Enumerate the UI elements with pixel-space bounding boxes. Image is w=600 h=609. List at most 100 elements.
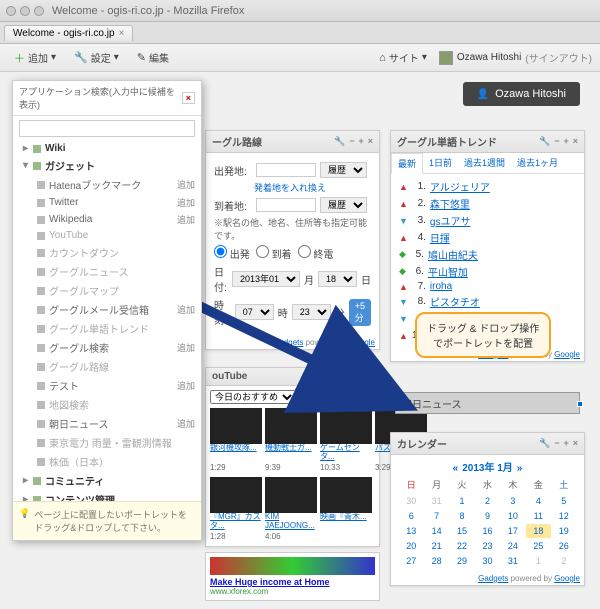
- cal-day[interactable]: 30: [399, 494, 423, 508]
- cal-day[interactable]: 14: [424, 524, 448, 538]
- close-icon[interactable]: ×: [573, 136, 578, 147]
- radio-depart[interactable]: 出発: [214, 245, 250, 261]
- tree-item[interactable]: 東京電力 雨量・雷観測情報: [13, 433, 201, 452]
- trend-tab[interactable]: 最新: [391, 153, 423, 174]
- cal-day[interactable]: 16: [475, 524, 499, 538]
- tree-category[interactable]: ▸コミュニティ: [13, 471, 201, 490]
- cal-day[interactable]: 7: [424, 509, 448, 523]
- min-select[interactable]: 23: [292, 304, 331, 320]
- cal-day[interactable]: 15: [450, 524, 474, 538]
- settings-button[interactable]: 🔧設定 ▾: [68, 48, 125, 67]
- close-icon[interactable]: ×: [119, 28, 125, 39]
- user-badge[interactable]: Ozawa Hitoshi: [463, 82, 580, 106]
- cal-day[interactable]: 11: [526, 509, 550, 523]
- page-link[interactable]: 5: [369, 393, 374, 403]
- window-close-icon[interactable]: [6, 6, 16, 16]
- cal-day[interactable]: 12: [552, 509, 576, 523]
- trend-tab[interactable]: 過去1週間: [458, 153, 511, 173]
- tree-item[interactable]: YouTube: [13, 228, 201, 243]
- to-input[interactable]: [256, 198, 316, 212]
- swap-link[interactable]: 発着地を入れ換え: [254, 181, 326, 194]
- tree-item[interactable]: Hatenaブックマーク追加: [13, 175, 201, 194]
- window-min-icon[interactable]: [20, 6, 30, 16]
- trend-item[interactable]: ◆5.鳩山由紀夫: [399, 246, 576, 263]
- ad-title[interactable]: Make Huge income at Home: [210, 577, 330, 587]
- tree-item[interactable]: グーグルメール受信箱追加: [13, 300, 201, 319]
- signout-link[interactable]: (サインアウト): [525, 50, 592, 65]
- wrench-icon[interactable]: 🔧: [334, 136, 345, 147]
- window-max-icon[interactable]: [34, 6, 44, 16]
- site-button[interactable]: ⌂サイト ▾: [373, 48, 433, 67]
- plus-icon[interactable]: +: [563, 438, 568, 449]
- yt-category-select[interactable]: 今日のおすすめ: [210, 390, 296, 404]
- wrench-icon[interactable]: 🔧: [334, 371, 345, 382]
- cal-day[interactable]: 17: [501, 524, 525, 538]
- page-link[interactable]: 3: [350, 393, 355, 403]
- trend-item[interactable]: ▼8.ピスタチオ: [399, 293, 576, 310]
- cal-day[interactable]: 20: [399, 539, 423, 553]
- cal-day[interactable]: 26: [552, 539, 576, 553]
- close-icon[interactable]: ×: [368, 371, 373, 382]
- close-icon[interactable]: ×: [182, 92, 195, 104]
- from-input[interactable]: [256, 163, 316, 177]
- browser-tab[interactable]: Welcome - ogis-ri.co.jp ×: [4, 25, 133, 41]
- to-history-select[interactable]: 履歴: [320, 197, 367, 213]
- cal-day[interactable]: 9: [475, 509, 499, 523]
- trend-item[interactable]: ▲7.iroha: [399, 280, 576, 293]
- hour-select[interactable]: 07: [235, 304, 274, 320]
- page-link[interactable]: 2: [340, 393, 345, 403]
- cal-day[interactable]: 19: [552, 524, 576, 538]
- tree-item[interactable]: 地図検索: [13, 395, 201, 414]
- year-select[interactable]: 2013年01: [232, 271, 300, 287]
- tree-item[interactable]: グーグルマップ: [13, 281, 201, 300]
- tree-item[interactable]: 株価（日本）: [13, 452, 201, 471]
- plus-icon[interactable]: +: [358, 371, 363, 382]
- drop-target-ghost[interactable]: 朝日ニュース: [395, 392, 580, 414]
- cal-day[interactable]: 8: [450, 509, 474, 523]
- cal-day[interactable]: 31: [501, 554, 525, 568]
- minus-icon[interactable]: −: [554, 136, 559, 147]
- cal-day[interactable]: 1: [450, 494, 474, 508]
- tree-item[interactable]: Wikipedia追加: [13, 211, 201, 228]
- tree-category[interactable]: ▸コンテンツ管理: [13, 490, 201, 501]
- video-thumb[interactable]: ゲームセンタ...10:33: [320, 408, 372, 473]
- cal-day[interactable]: 27: [399, 554, 423, 568]
- minus-icon[interactable]: −: [349, 371, 354, 382]
- video-thumb[interactable]: 機動戦士ガ...9:39: [265, 408, 317, 473]
- close-icon[interactable]: ×: [573, 438, 578, 449]
- wrench-icon[interactable]: 🔧: [539, 438, 550, 449]
- video-thumb[interactable]: 映画『青木...: [320, 477, 372, 542]
- cal-day[interactable]: 5: [552, 494, 576, 508]
- cal-day[interactable]: 4: [526, 494, 550, 508]
- cal-day[interactable]: 31: [424, 494, 448, 508]
- add-button[interactable]: ＋追加 ▾: [8, 48, 62, 68]
- cal-prev[interactable]: «: [449, 463, 463, 474]
- trend-item[interactable]: ▼3.gsユアサ: [399, 212, 576, 229]
- video-thumb[interactable]: KIM JAEJOONG...4:06: [265, 477, 317, 542]
- cal-day[interactable]: 10: [501, 509, 525, 523]
- cal-day[interactable]: 2: [552, 554, 576, 568]
- page-link[interactable]: 4: [359, 393, 364, 403]
- plus5-button[interactable]: +5分: [349, 299, 371, 326]
- cal-day[interactable]: 30: [475, 554, 499, 568]
- tree-item[interactable]: Twitter追加: [13, 194, 201, 211]
- cal-day[interactable]: 6: [399, 509, 423, 523]
- tree-item[interactable]: カウントダウン: [13, 243, 201, 262]
- tree-category[interactable]: ▸Wiki: [13, 141, 201, 156]
- cal-day[interactable]: 3: [501, 494, 525, 508]
- cal-day[interactable]: 2: [475, 494, 499, 508]
- tree-item[interactable]: テスト追加: [13, 376, 201, 395]
- cal-day[interactable]: 25: [526, 539, 550, 553]
- tree-category[interactable]: ▾ガジェット: [13, 156, 201, 175]
- ad-panel[interactable]: Make Huge income at Home www.xforex.com: [205, 552, 380, 601]
- wrench-icon[interactable]: 🔧: [539, 136, 550, 147]
- tree-item[interactable]: 朝日ニュース追加: [13, 414, 201, 433]
- tree-item[interactable]: グーグルニュース: [13, 262, 201, 281]
- cal-day[interactable]: 29: [450, 554, 474, 568]
- edit-button[interactable]: ✎編集: [131, 48, 175, 67]
- cal-day[interactable]: 1: [526, 554, 550, 568]
- trend-tab[interactable]: 1日前: [423, 153, 458, 173]
- user-chip[interactable]: Ozawa Hitoshi (サインアウト): [439, 50, 592, 65]
- cal-day[interactable]: 18: [526, 524, 550, 538]
- tree-item[interactable]: グーグル路線: [13, 357, 201, 376]
